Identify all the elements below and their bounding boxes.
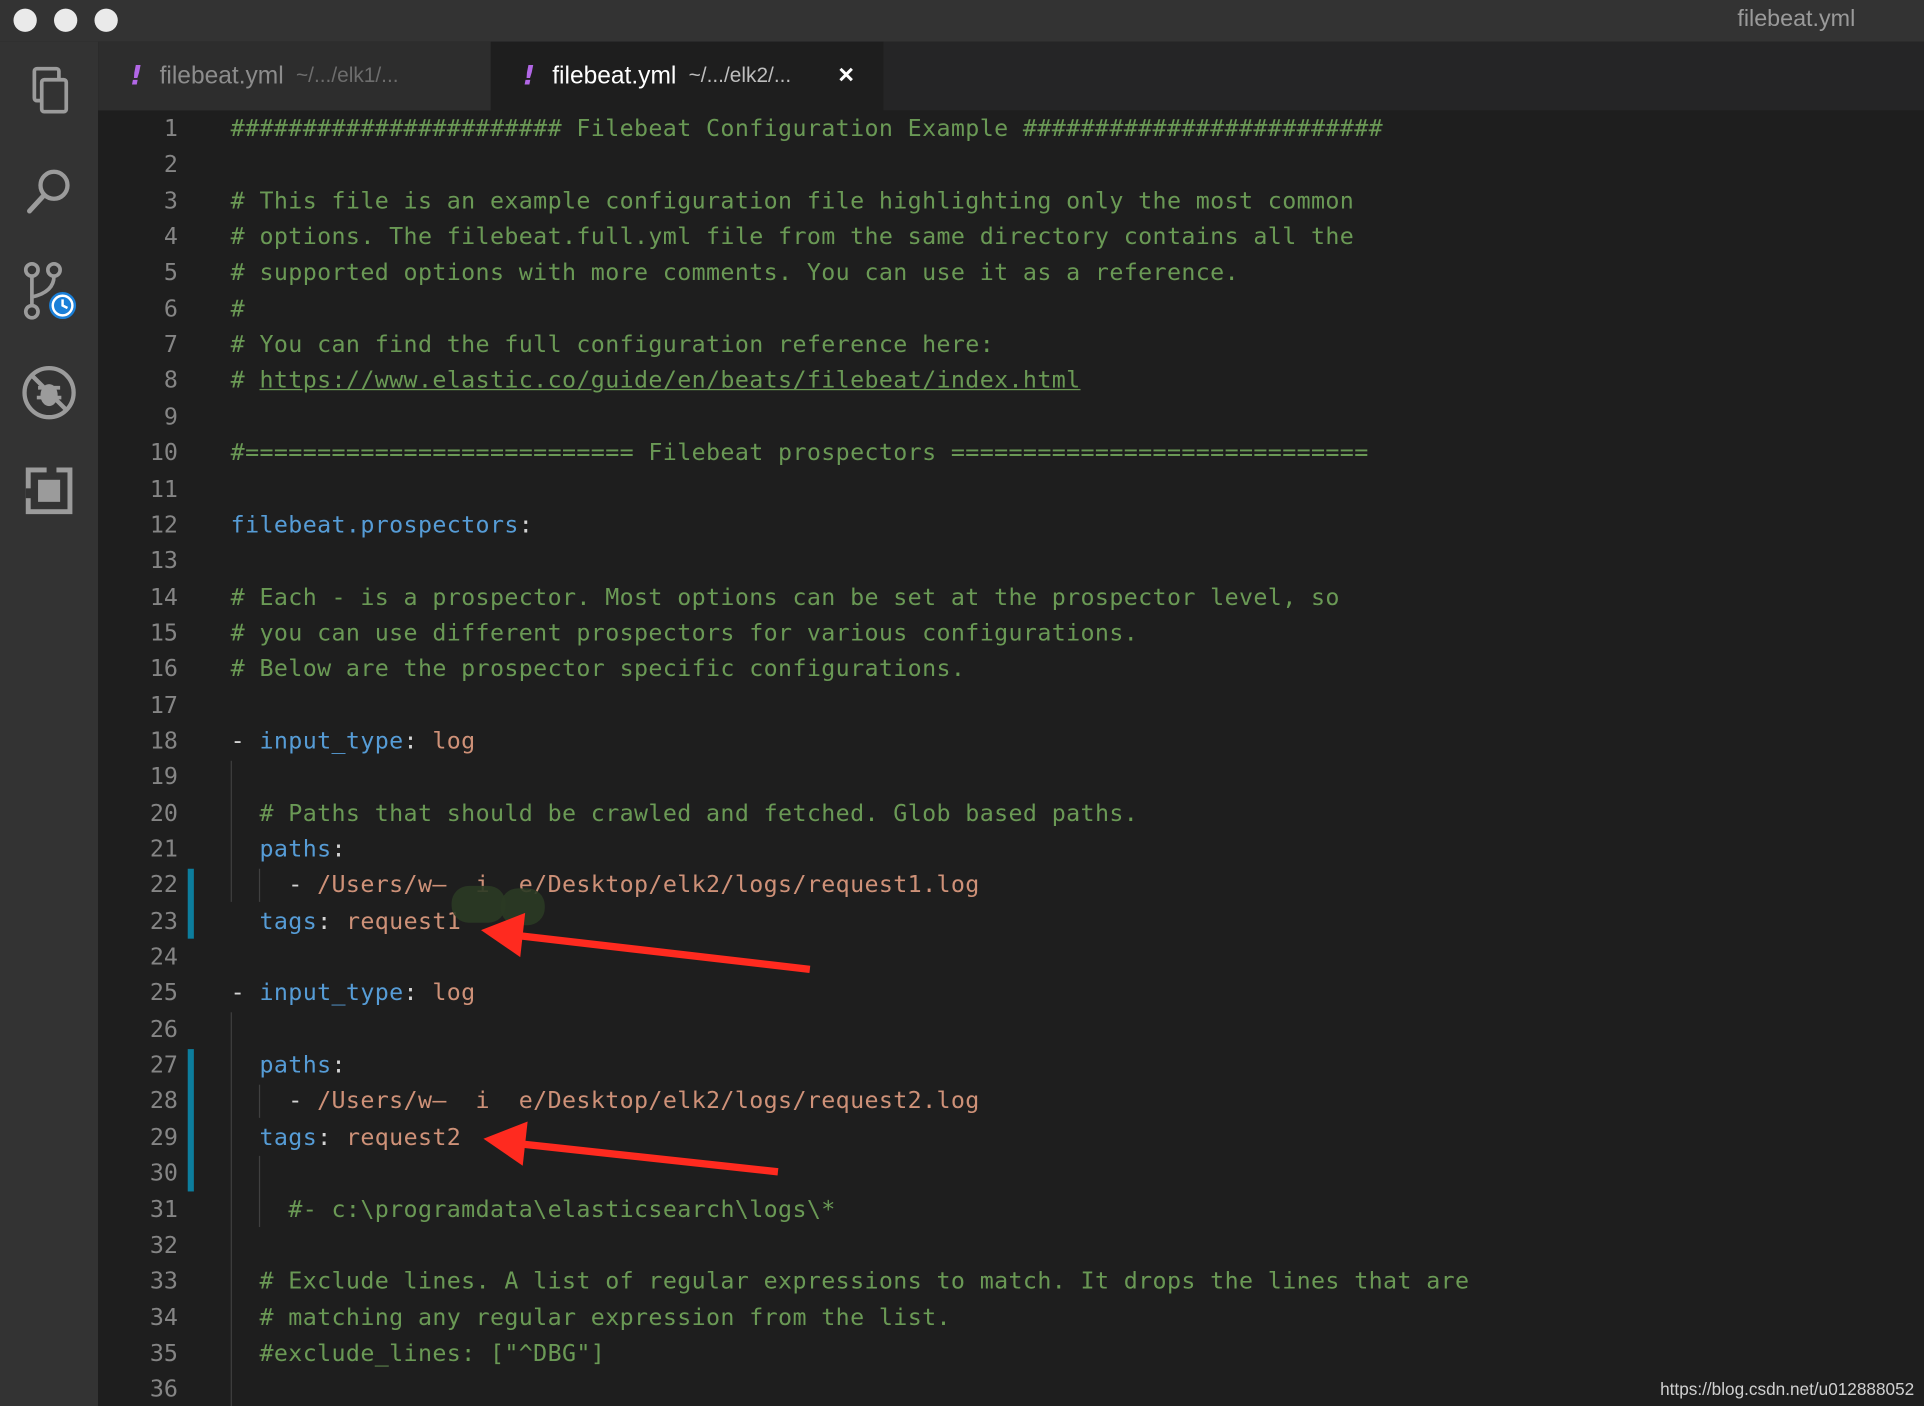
editor-window: filebeat.yml ! filebeat.yml ~/.../elk1/.…	[0, 0, 1924, 1406]
annotation-arrows	[480, 912, 811, 1176]
arrow-to-request2	[483, 1121, 779, 1176]
watermark: https://blog.csdn.net/u012888052	[1660, 1379, 1915, 1399]
arrow-to-request1	[480, 912, 811, 974]
